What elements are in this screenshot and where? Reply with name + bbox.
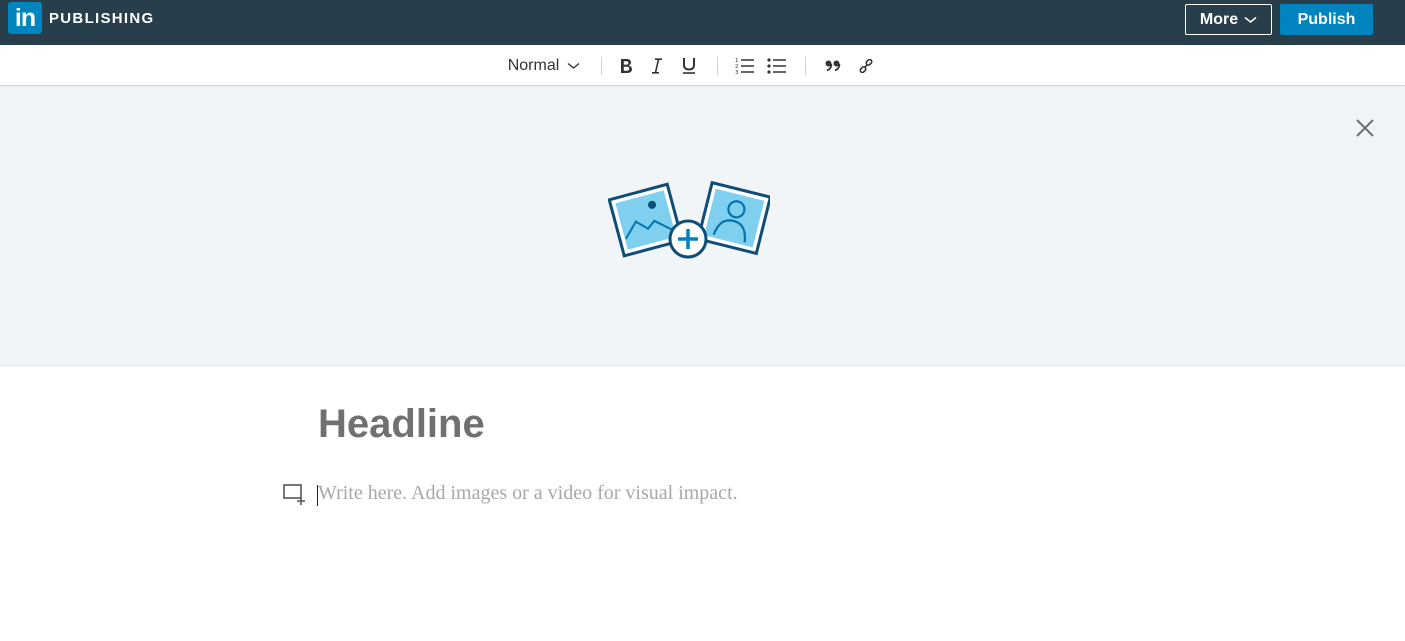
numbered-list-icon: 1 2 3 [735, 58, 754, 74]
add-cover-image-icon[interactable] [608, 181, 770, 261]
more-button[interactable]: More [1185, 4, 1272, 35]
underline-button[interactable] [678, 45, 700, 86]
link-button[interactable] [855, 45, 877, 86]
toolbar-divider [717, 57, 718, 75]
add-media-icon[interactable] [282, 483, 306, 505]
top-bar: in PUBLISHING More Publish [0, 0, 1405, 45]
formatting-toolbar: Normal 1 2 3 [0, 45, 1405, 86]
bulleted-list-icon [767, 58, 786, 74]
bold-icon [621, 58, 632, 73]
italic-button[interactable] [646, 45, 668, 86]
bulleted-list-button[interactable] [765, 45, 789, 86]
text-style-value: Normal [507, 56, 560, 74]
bold-button[interactable] [614, 45, 638, 86]
quote-icon [825, 60, 841, 71]
link-icon [859, 58, 873, 73]
underline-icon [683, 58, 695, 74]
chevron-down-icon [1244, 16, 1257, 23]
chevron-down-icon [567, 62, 580, 69]
numbered-list-button[interactable]: 1 2 3 [733, 45, 757, 86]
headline-field[interactable]: Headline [318, 402, 485, 447]
svg-text:3: 3 [735, 70, 739, 74]
linkedin-logo[interactable]: in [8, 2, 42, 34]
toolbar-divider [805, 57, 806, 75]
toolbar-divider [601, 57, 602, 75]
publishing-label: PUBLISHING [49, 10, 155, 27]
more-button-label: More [1199, 10, 1239, 28]
text-style-dropdown[interactable]: Normal [502, 45, 586, 86]
italic-icon [652, 57, 662, 74]
quote-button[interactable] [822, 45, 844, 86]
close-icon[interactable] [1354, 117, 1376, 139]
publish-button[interactable]: Publish [1280, 4, 1373, 35]
article-body-field[interactable]: Write here. Add images or a video for vi… [318, 482, 738, 505]
